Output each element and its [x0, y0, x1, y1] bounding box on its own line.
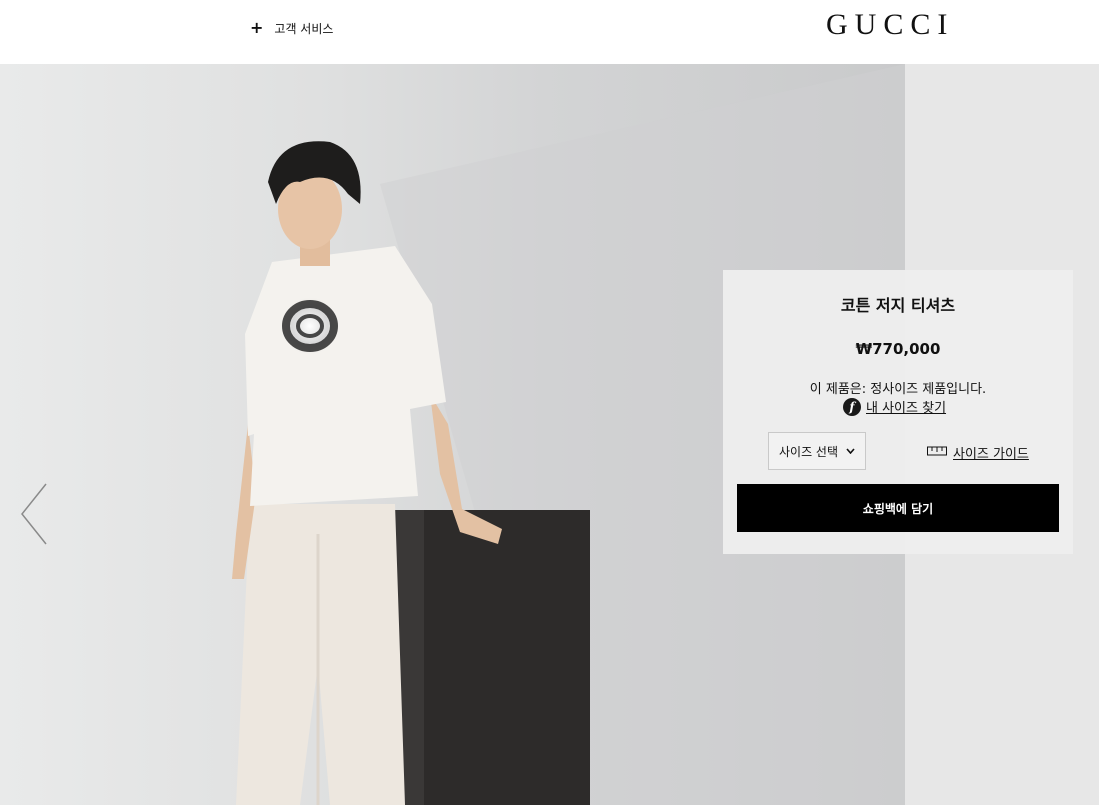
chevron-down-icon [846, 446, 855, 457]
size-guide-link[interactable]: 사이즈 가이드 [927, 443, 1029, 462]
size-select-label: 사이즈 선택 [778, 444, 838, 459]
product-hero: 코튼 저지 티셔츠 ₩770,000 이 제품은: 정사이즈 제품입니다. f … [0, 64, 1099, 805]
customer-service-label: 고객 서비스 [274, 21, 334, 36]
product-info-panel: 코튼 저지 티셔츠 ₩770,000 이 제품은: 정사이즈 제품입니다. f … [723, 270, 1073, 554]
fit-note: 이 제품은: 정사이즈 제품입니다. [809, 382, 987, 397]
site-header: + 고객 서비스 GUCCI [0, 0, 1099, 64]
add-to-bag-button[interactable]: 쇼핑백에 담기 [737, 484, 1059, 532]
chevron-left-icon [21, 483, 47, 545]
customer-service-link[interactable]: + 고객 서비스 [250, 18, 333, 38]
plus-icon: + [250, 18, 264, 37]
product-price: ₩770,000 [855, 340, 941, 358]
t-shirt [245, 246, 446, 506]
previous-image-button[interactable] [18, 482, 50, 546]
size-select-dropdown[interactable]: 사이즈 선택 [768, 432, 866, 470]
find-my-size-label: 내 사이즈 찾기 [866, 401, 947, 416]
ruler-icon [927, 445, 947, 460]
size-guide-label: 사이즈 가이드 [953, 447, 1029, 462]
brand-logo[interactable]: GUCCI [826, 8, 954, 42]
pants [236, 504, 405, 805]
product-title: 코튼 저지 티셔츠 [840, 296, 956, 315]
find-my-size-link[interactable]: f 내 사이즈 찾기 [843, 397, 946, 416]
fit-finder-icon: f [843, 397, 861, 416]
